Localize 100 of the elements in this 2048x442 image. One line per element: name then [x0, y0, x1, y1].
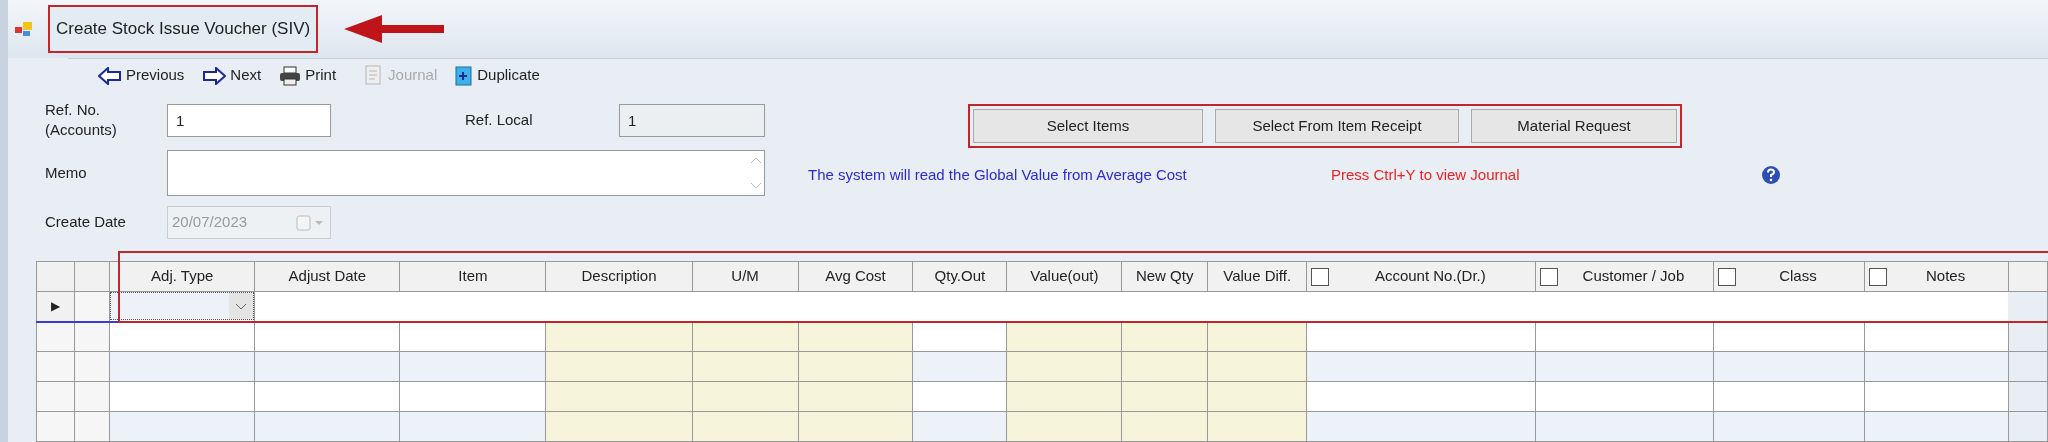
row-header: ▶ — [36, 291, 75, 322]
table-cell[interactable] — [1207, 381, 1307, 412]
table-cell[interactable] — [1306, 351, 1536, 382]
table-cell[interactable] — [254, 381, 400, 412]
table-cell[interactable] — [1006, 321, 1122, 352]
table-cell[interactable] — [254, 411, 400, 442]
calendar-dropdown-icon — [296, 214, 326, 231]
table-cell[interactable] — [798, 321, 913, 352]
table-cell[interactable] — [1306, 321, 1536, 352]
column-header[interactable]: Notes — [1864, 261, 2009, 292]
table-cell[interactable] — [1121, 321, 1208, 352]
header-checkbox[interactable] — [1311, 267, 1330, 286]
table-cell[interactable] — [1306, 411, 1536, 442]
table-cell[interactable] — [400, 411, 546, 442]
left-arrow-icon — [98, 66, 122, 85]
table-cell[interactable] — [1121, 381, 1208, 412]
table-cell[interactable] — [912, 321, 1007, 352]
column-header[interactable]: U/M — [692, 261, 799, 292]
table-cell[interactable] — [692, 351, 799, 382]
column-header[interactable]: Qty.Out — [912, 261, 1007, 292]
table-cell[interactable] — [1535, 411, 1714, 442]
column-header[interactable]: Value(out) — [1006, 261, 1122, 292]
table-cell[interactable] — [1535, 351, 1714, 382]
header-checkbox[interactable] — [1869, 267, 1888, 286]
table-cell[interactable] — [798, 411, 913, 442]
toolbar-button[interactable]: Print — [279, 64, 337, 87]
table-cell[interactable] — [1864, 351, 2009, 382]
table-cell[interactable] — [1006, 381, 1122, 412]
column-header[interactable]: Avg Cost — [798, 261, 913, 292]
table-cell[interactable] — [1535, 381, 1714, 412]
table-cell[interactable] — [692, 321, 799, 352]
table-cell[interactable] — [1713, 381, 1865, 412]
table-cell[interactable] — [1121, 411, 1208, 442]
table-cell[interactable] — [1864, 321, 2009, 352]
table-cell[interactable] — [1535, 321, 1714, 352]
action-button[interactable]: Select Items — [973, 109, 1203, 143]
column-header[interactable]: Customer / Job — [1535, 261, 1714, 292]
table-cell[interactable] — [109, 321, 255, 352]
table-cell[interactable] — [912, 381, 1007, 412]
table-cell[interactable] — [1207, 351, 1307, 382]
table-cell[interactable] — [545, 351, 693, 382]
column-header[interactable]: Class — [1713, 261, 1865, 292]
table-cell[interactable] — [400, 351, 546, 382]
table-cell[interactable] — [254, 321, 400, 352]
hint-text: Press Ctrl+Y to view Journal — [1331, 165, 1521, 185]
table-cell[interactable] — [1121, 351, 1208, 382]
column-header[interactable]: Item — [400, 261, 546, 292]
adj-type-dropdown[interactable] — [110, 292, 255, 321]
arrow-icon — [342, 13, 447, 46]
column-header[interactable]: Value Diff. — [1207, 261, 1307, 292]
table-cell[interactable] — [400, 321, 546, 352]
table-cell[interactable] — [254, 291, 400, 322]
action-button[interactable]: Material Request — [1471, 109, 1677, 143]
duplicate-icon — [455, 65, 474, 86]
memo-field[interactable] — [167, 150, 765, 196]
table-cell[interactable] — [109, 411, 255, 442]
table-cell[interactable] — [400, 381, 546, 412]
table-cell[interactable] — [109, 381, 255, 412]
table-cell[interactable] — [545, 411, 693, 442]
window-title: Create Stock Issue Voucher (SIV) — [48, 5, 319, 53]
table-cell[interactable] — [798, 351, 913, 382]
table-cell[interactable] — [109, 351, 255, 382]
table-cell[interactable] — [798, 381, 913, 412]
table-cell[interactable] — [1864, 411, 2009, 442]
header-checkbox[interactable] — [1717, 267, 1736, 286]
table-cell[interactable] — [912, 351, 1007, 382]
help-icon — [1761, 165, 1781, 186]
column-header[interactable]: New Qty — [1121, 261, 1208, 292]
table-cell[interactable] — [1207, 321, 1307, 352]
table-cell[interactable] — [692, 381, 799, 412]
table-cell[interactable] — [1006, 411, 1122, 442]
right-arrow-icon — [202, 66, 227, 85]
header-checkbox[interactable] — [1540, 267, 1559, 286]
ref-no-label: Ref. No. (Accounts) — [45, 100, 118, 140]
toolbar-button[interactable]: Duplicate — [455, 64, 540, 87]
toolbar-button[interactable]: Previous — [98, 64, 185, 87]
table-cell[interactable] — [254, 351, 400, 382]
table-cell[interactable] — [1306, 381, 1536, 412]
table-cell[interactable] — [1713, 411, 1865, 442]
table-cell[interactable] — [1713, 321, 1865, 352]
ref-no-field[interactable]: 1 — [167, 103, 331, 137]
table-cell[interactable] — [1006, 351, 1122, 382]
table-cell[interactable] — [545, 381, 693, 412]
table-cell[interactable] — [1864, 291, 2009, 322]
table-cell[interactable] — [1207, 411, 1307, 442]
table-cell[interactable] — [1713, 351, 1865, 382]
table-cell[interactable] — [1864, 381, 2009, 412]
column-header[interactable]: Adjust Date — [254, 261, 400, 292]
table-cell[interactable] — [545, 321, 693, 352]
table-cell[interactable] — [692, 411, 799, 442]
info-text: The system will read the Global Value from Average Cost — [808, 165, 1188, 185]
memo-label: Memo — [45, 162, 88, 183]
column-header[interactable]: Adj. Type — [109, 261, 255, 292]
ref-local-field[interactable]: 1 — [619, 103, 765, 137]
table-cell[interactable] — [912, 411, 1007, 442]
create-date-label: Create Date — [45, 212, 127, 233]
column-header[interactable]: Account No.(Dr.) — [1306, 261, 1536, 292]
toolbar-button[interactable]: Next — [202, 64, 262, 87]
action-button[interactable]: Select From Item Receipt — [1215, 109, 1459, 143]
column-header[interactable]: Description — [545, 261, 693, 292]
